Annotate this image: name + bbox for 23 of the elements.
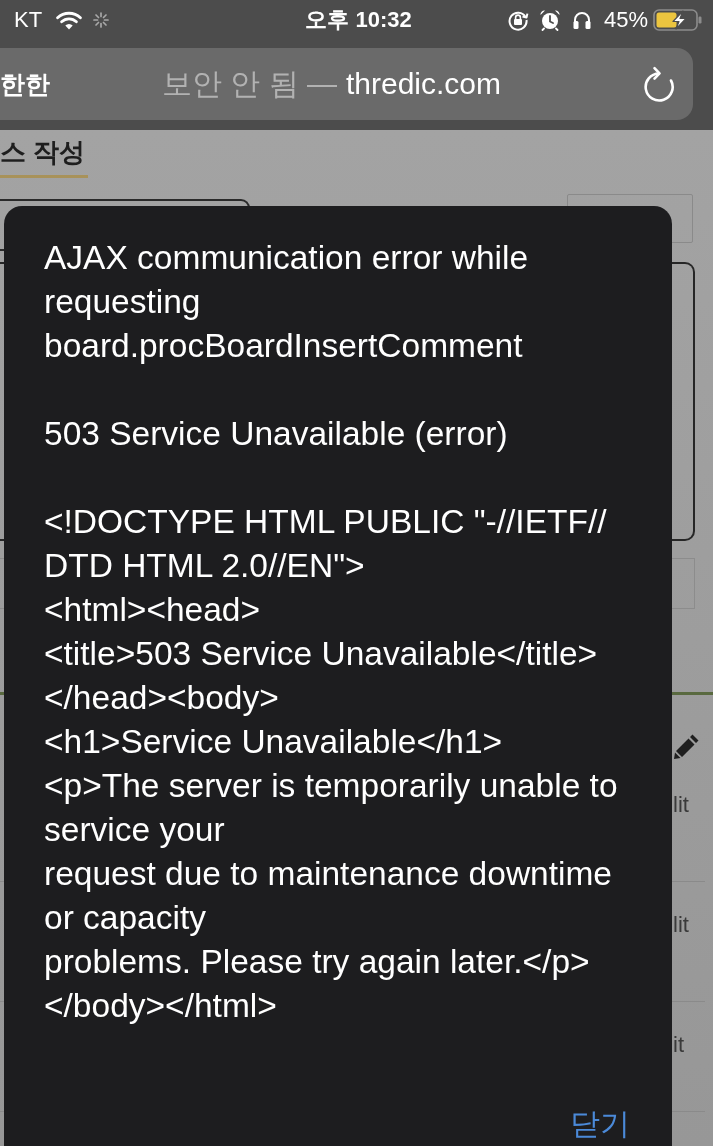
security-label: 보안 안 됨 — — [161, 66, 337, 102]
edit-link[interactable]: it — [673, 1032, 684, 1058]
alert-message: AJAX communication error while requesting board.procBoardInsertComment — [44, 238, 529, 366]
alert-message: 503 Service Unavailable (error) — [44, 414, 508, 454]
rotation-lock-icon — [506, 9, 529, 31]
alert-message: <!DOCTYPE HTML PUBLIC "-//IETF// DTD HTML 2.0//EN"> <html><head> <title>503 Service Unavailable</title> </head><body> <h1>Service Unavailable</h1> <p>The server is temporarily unable to service your request due to maintenance downtime or capacity problems. Please try again later.</p> </body></html> — [44, 502, 618, 1026]
address-bar[interactable]: 한한 보안 안 됨 — thredic.com — [0, 48, 693, 120]
reload-icon[interactable] — [643, 66, 675, 102]
alarm-clock-icon — [538, 9, 561, 31]
charging-battery-icon — [653, 9, 703, 31]
reader-button[interactable]: 한한 — [0, 69, 50, 99]
wifi-icon — [56, 10, 83, 30]
loading-spinner-icon — [93, 12, 110, 28]
clock-time: 오후 10:32 — [305, 7, 412, 33]
close-button[interactable]: 닫기 — [570, 1106, 630, 1142]
battery-percent: 45% — [603, 7, 648, 33]
page-heading: 스 작성 — [0, 137, 88, 178]
edit-link[interactable]: lit — [673, 912, 689, 938]
edit-link[interactable]: lit — [673, 792, 689, 818]
pencil-icon[interactable] — [673, 733, 700, 760]
carrier-label: KT — [14, 7, 43, 33]
url-text: thredic.com — [345, 66, 502, 102]
headphones-icon — [571, 10, 592, 30]
